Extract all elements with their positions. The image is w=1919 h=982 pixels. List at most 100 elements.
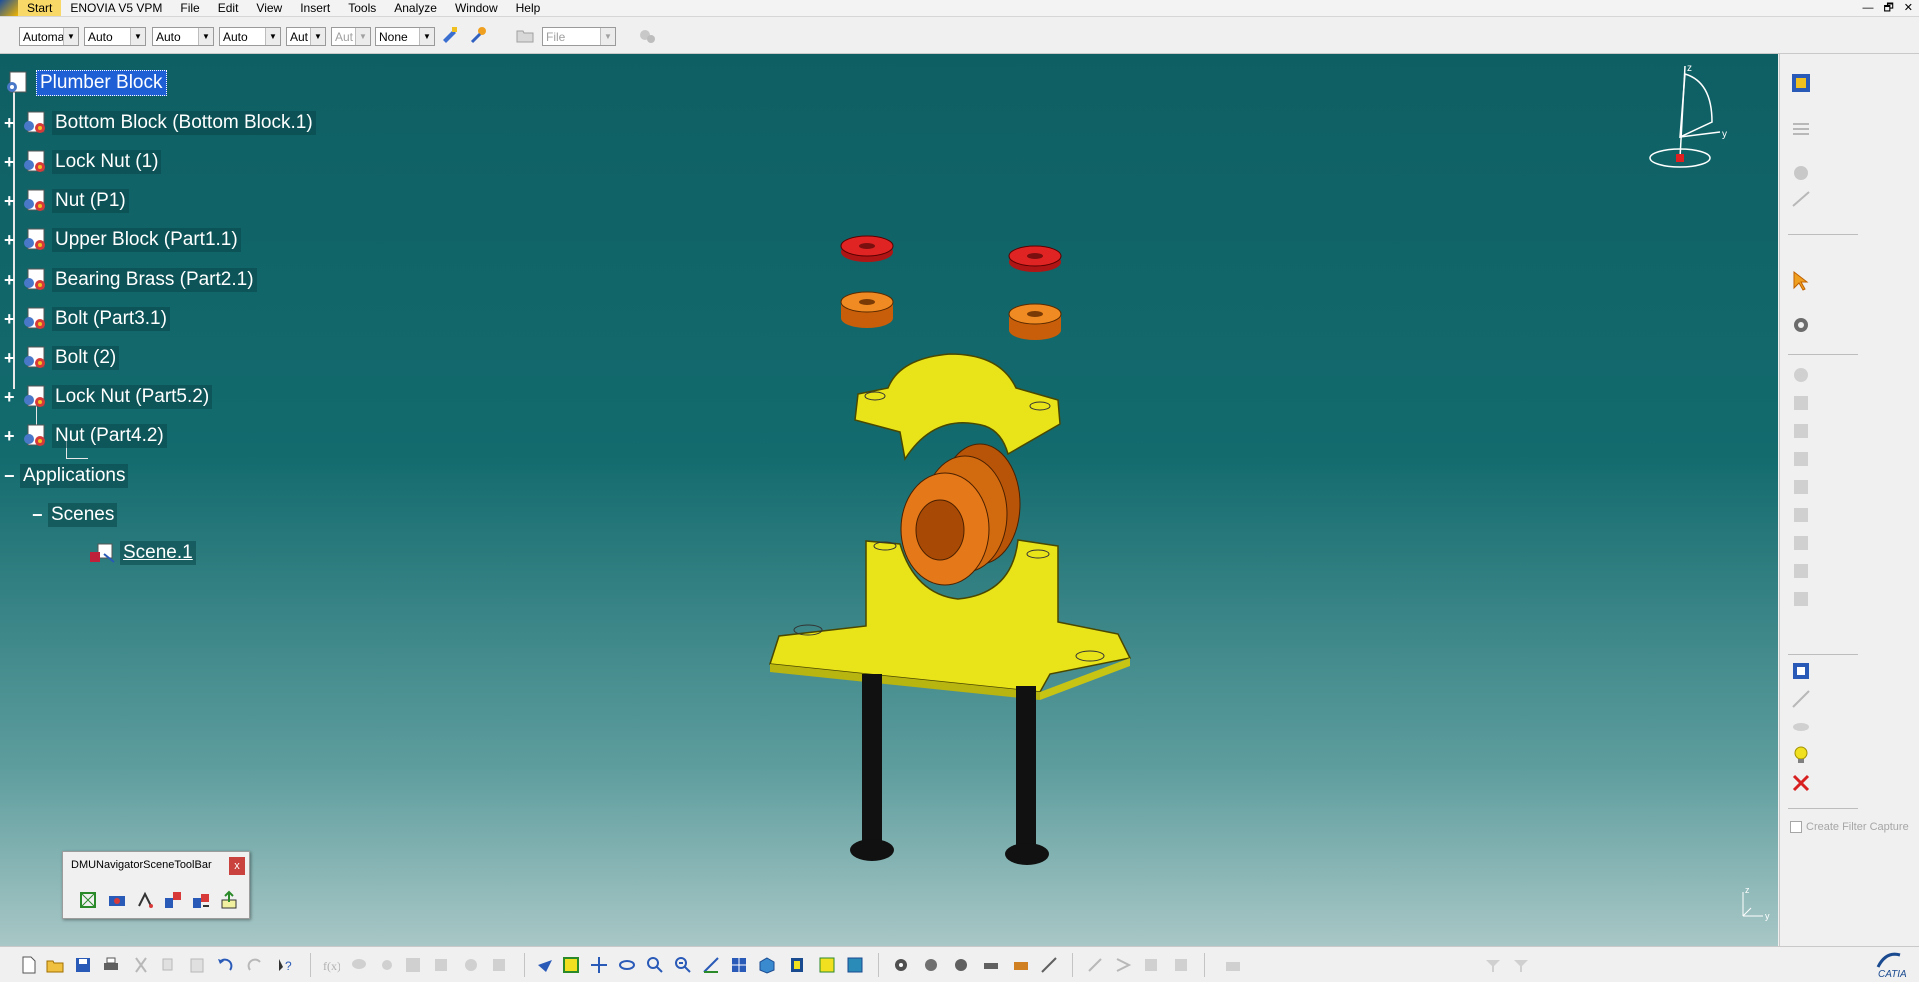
sectioning-icon[interactable] <box>1040 956 1058 974</box>
part-icon <box>24 385 45 407</box>
3d-viewport[interactable]: Plumber Block + Bottom Block (Bottom Blo… <box>0 54 1778 946</box>
explode-icon[interactable] <box>163 890 183 910</box>
zoom-in-icon[interactable] <box>646 956 664 974</box>
tree-applications[interactable]: − Applications <box>4 463 129 489</box>
properties-brush-icon[interactable] <box>470 26 488 44</box>
menu-insert[interactable]: Insert <box>291 0 339 16</box>
collapse-icon[interactable]: − <box>32 505 46 526</box>
save-icon[interactable] <box>74 956 92 974</box>
color-combo[interactable]: Automa ▼ <box>19 27 79 46</box>
scene-icon[interactable] <box>1790 660 1812 682</box>
close-button[interactable]: x <box>229 857 245 875</box>
line-thickness-combo[interactable]: Auto ▼ <box>152 27 214 46</box>
expand-icon[interactable]: + <box>4 426 18 447</box>
gear-icon[interactable] <box>1790 314 1812 336</box>
menu-tools[interactable]: Tools <box>339 0 385 16</box>
gear-icon[interactable] <box>892 956 910 974</box>
tool-icon <box>435 959 447 971</box>
tree-item-label: Lock Nut (Part5.2) <box>52 385 213 409</box>
help-icon[interactable]: ? <box>276 956 294 974</box>
select-arrow-icon[interactable] <box>1790 270 1812 292</box>
bearing-brass[interactable] <box>900 443 1021 586</box>
menu-enovia[interactable]: ENOVIA V5 VPM <box>61 0 171 16</box>
tree-root[interactable]: Plumber Block <box>4 70 167 96</box>
linetype-combo[interactable]: Auto ▼ <box>219 27 281 46</box>
bolt-right[interactable] <box>1005 686 1049 865</box>
menu-view[interactable]: View <box>247 0 291 16</box>
menu-start[interactable]: Start <box>18 0 62 16</box>
menu-help[interactable]: Help <box>507 0 550 16</box>
zoom-out-icon[interactable] <box>674 956 692 974</box>
iso-view-icon[interactable] <box>758 956 776 974</box>
new-file-icon[interactable] <box>20 956 38 974</box>
lightbulb-icon[interactable] <box>1790 744 1812 766</box>
menu-analyze[interactable]: Analyze <box>385 0 446 16</box>
lock-nut-left[interactable] <box>840 235 894 262</box>
fly-mode-icon[interactable] <box>536 956 554 974</box>
tree-item-nut-p1[interactable]: + Nut (P1) <box>4 188 129 214</box>
section-icon <box>1792 690 1810 708</box>
camera-icon[interactable] <box>107 890 127 910</box>
dmu-scene-toolbar[interactable]: DMUNavigatorSceneToolBar x <box>62 851 250 919</box>
nut-left[interactable] <box>840 291 894 328</box>
expand-icon[interactable]: + <box>4 387 18 408</box>
rotate-icon[interactable] <box>618 956 636 974</box>
undo-icon[interactable] <box>216 956 234 974</box>
collapse-icon[interactable]: − <box>4 466 18 487</box>
delete-icon[interactable] <box>1790 772 1812 794</box>
nut-right[interactable] <box>1008 303 1062 340</box>
swap-visible-icon[interactable] <box>846 956 864 974</box>
expand-icon[interactable]: + <box>4 309 18 330</box>
tree-scene-1[interactable]: Scene.1 <box>88 540 196 566</box>
tree-item-bolt-part3[interactable]: + Bolt (Part3.1) <box>4 306 170 332</box>
minimize-button[interactable]: — <box>1862 0 1873 16</box>
upper-block[interactable] <box>854 353 1061 462</box>
expand-icon[interactable]: + <box>4 230 18 251</box>
scene-zoom-icon[interactable] <box>78 890 98 910</box>
expand-icon[interactable]: + <box>4 113 18 134</box>
menu-edit[interactable]: Edit <box>209 0 248 16</box>
tree-item-upper-block[interactable]: + Upper Block (Part1.1) <box>4 227 241 253</box>
shading-icon[interactable] <box>788 956 806 974</box>
menu-window[interactable]: Window <box>446 0 507 16</box>
explode-icon[interactable] <box>1012 956 1030 974</box>
catia-logo-icon[interactable] <box>0 0 18 16</box>
export-icon[interactable] <box>219 890 239 910</box>
gear-icon[interactable] <box>952 956 970 974</box>
multi-view-icon[interactable] <box>730 956 748 974</box>
restore-button[interactable]: 🗗 <box>1883 0 1893 16</box>
layer-combo[interactable]: None ▼ <box>375 27 435 46</box>
product-structure-icon[interactable] <box>1790 72 1812 94</box>
fit-all-icon[interactable] <box>562 956 580 974</box>
tree-item-bolt-2[interactable]: + Bolt (2) <box>4 345 120 371</box>
menu-file[interactable]: File <box>171 0 208 16</box>
reset-icon[interactable] <box>191 890 211 910</box>
expand-icon[interactable]: + <box>4 152 18 173</box>
close-button[interactable]: ✕ <box>1904 0 1913 16</box>
manipulation-icon[interactable] <box>922 956 940 974</box>
open-folder-icon[interactable] <box>46 956 64 974</box>
tree-item-lock-nut-1[interactable]: + Lock Nut (1) <box>4 149 162 175</box>
tree-item-bottom-block[interactable]: + Bottom Block (Bottom Block.1) <box>4 110 316 136</box>
hide-show-icon[interactable] <box>818 956 836 974</box>
transparency-combo[interactable]: Auto ▼ <box>84 27 146 46</box>
tree-item-lock-nut-part5[interactable]: + Lock Nut (Part5.2) <box>4 384 213 410</box>
expand-icon[interactable]: + <box>4 270 18 291</box>
tree-item-bearing-brass[interactable]: + Bearing Brass (Part2.1) <box>4 267 257 293</box>
pan-icon[interactable] <box>590 956 608 974</box>
tree-scenes[interactable]: − Scenes <box>32 502 118 528</box>
lock-nut-right[interactable] <box>1008 245 1062 272</box>
car-icon[interactable] <box>982 956 1000 974</box>
painter-icon[interactable] <box>441 26 459 44</box>
expand-icon[interactable]: + <box>4 191 18 212</box>
compass-icon[interactable]: z y <box>1640 62 1730 172</box>
plumber-block-model[interactable] <box>740 174 1180 894</box>
transparency-combo-value: Auto <box>88 30 113 44</box>
axis-move-icon[interactable] <box>135 890 155 910</box>
normal-view-icon[interactable] <box>702 956 720 974</box>
print-icon[interactable] <box>102 956 120 974</box>
tree-item-nut-part4[interactable]: + Nut (Part4.2) <box>4 423 167 449</box>
bolt-left[interactable] <box>850 674 894 861</box>
expand-icon[interactable]: + <box>4 348 18 369</box>
point-symbol-combo[interactable]: Aut ▼ <box>286 27 326 46</box>
